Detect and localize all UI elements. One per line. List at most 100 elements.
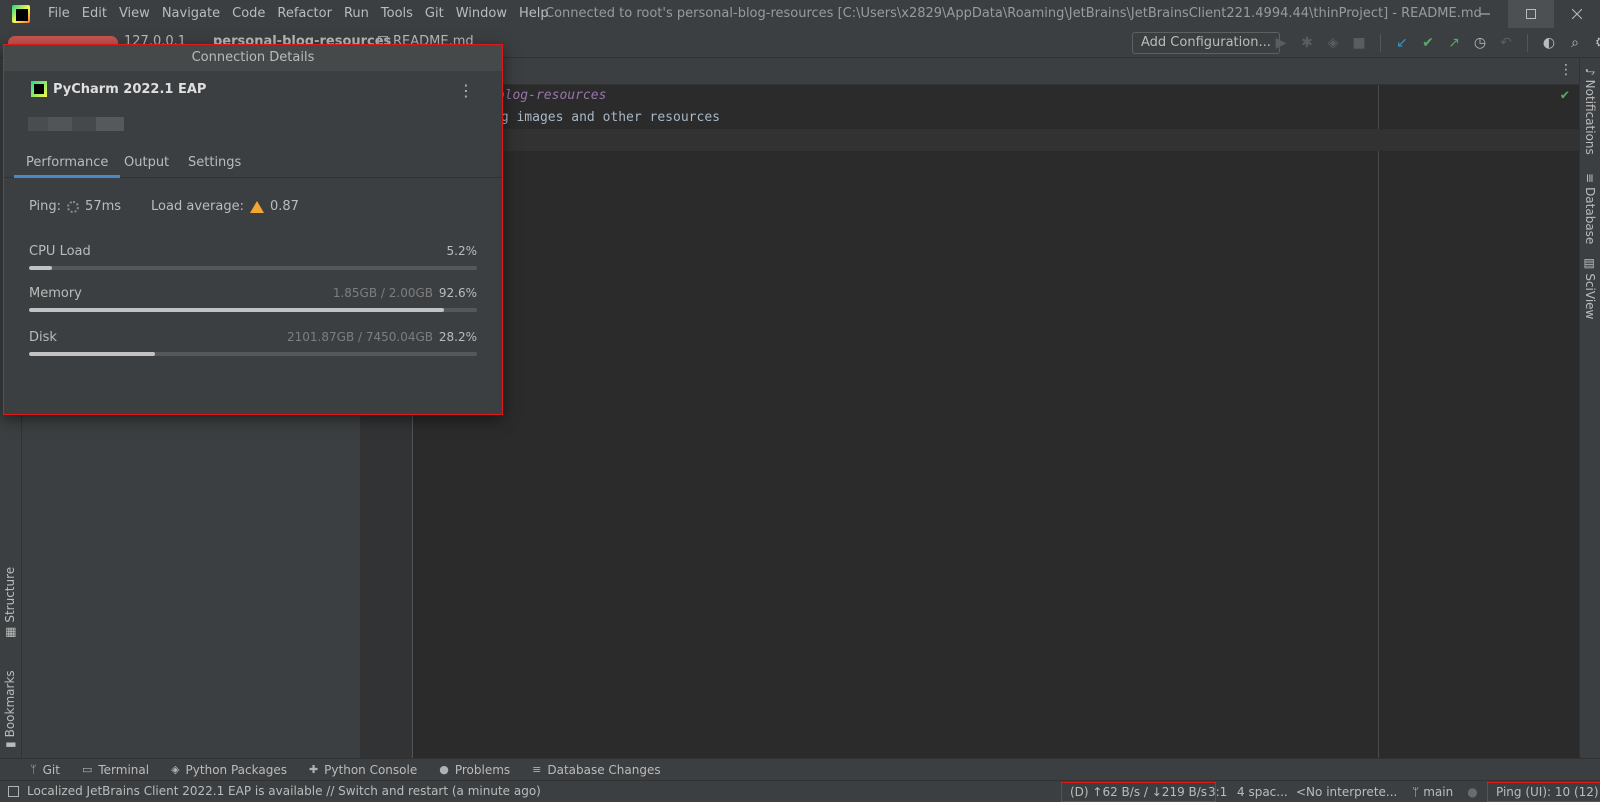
pycharm-icon — [31, 81, 47, 97]
close-window-button[interactable] — [1554, 0, 1600, 28]
maximize-button[interactable] — [1508, 0, 1554, 28]
tool-python-console[interactable]: ✚ Python Console — [309, 763, 417, 777]
network-traffic[interactable]: (D) ↑62 B/s / ↓219 B/s — [1061, 782, 1217, 802]
debug-icon[interactable]: ✱ — [1298, 34, 1316, 52]
code-heading: -blog-resources — [489, 88, 607, 103]
coverage-icon[interactable]: ◈ — [1324, 34, 1342, 52]
structure-label: Structure — [3, 566, 17, 623]
toolbar-separator — [1380, 34, 1381, 52]
bell-icon: ♪ — [1583, 68, 1597, 76]
menu-code[interactable]: Code — [226, 0, 271, 28]
metric-percent: 28.2% — [438, 330, 477, 344]
tool-database-changes[interactable]: ≡ Database Changes — [532, 763, 661, 777]
toolbar-icons: ▶ ✱ ◈ ■ ↙ ✔ ↗ ◷ ↶ ◐ ⌕ ⚙ — [1272, 34, 1600, 52]
inspection-ok-icon[interactable]: ✔ — [1561, 87, 1569, 103]
sciview-label: SciView — [1583, 273, 1597, 320]
info-icon: ● — [439, 763, 449, 776]
database-changes-icon: ≡ — [532, 763, 542, 776]
metric-track — [29, 308, 477, 312]
tool-problems-label: Problems — [454, 762, 511, 777]
menu-window[interactable]: Window — [450, 0, 513, 28]
tool-database-changes-label: Database Changes — [547, 762, 661, 777]
more-options-icon[interactable]: ⋮ — [458, 81, 474, 100]
toolbar-separator — [1527, 34, 1528, 52]
history-icon[interactable]: ◷ — [1471, 34, 1489, 52]
database-icon: ≡ — [1583, 173, 1597, 184]
add-configuration-button[interactable]: Add Configuration... — [1132, 32, 1280, 54]
structure-icon: ▦ — [3, 626, 17, 638]
metric-detail: 2101.87GB / 7450.04GB — [287, 330, 433, 344]
connection-details-popup: Connection Details PyCharm 2022.1 EAP ⋮ … — [3, 44, 503, 415]
git-branch-widget[interactable]: ᛘ main ● — [1412, 781, 1478, 802]
tool-git[interactable]: ᛘ Git — [30, 763, 60, 777]
metric-percent: 5.2% — [446, 244, 478, 258]
right-margin-guide — [1378, 85, 1379, 758]
menu-tools[interactable]: Tools — [375, 0, 419, 28]
menu-edit[interactable]: Edit — [76, 0, 113, 28]
code-line-1: -blog-resources — [489, 85, 606, 107]
code-editor[interactable]: -blog-resources og images and other reso… — [413, 85, 1579, 758]
search-icon[interactable]: ⌕ — [1566, 34, 1584, 52]
loading-spinner-icon — [67, 200, 80, 213]
tab-performance[interactable]: Performance — [14, 150, 121, 178]
sciview-icon: ▥ — [1583, 258, 1597, 270]
bookmarks-label: Bookmarks — [3, 670, 17, 738]
ping-label: Ping: — [29, 199, 62, 214]
redacted-host — [28, 117, 124, 131]
database-tool-button[interactable]: ≡ Database — [1583, 173, 1597, 244]
tool-python-packages[interactable]: ◈ Python Packages — [171, 763, 287, 777]
editor-options-icon[interactable]: ⋮ — [1559, 62, 1573, 78]
git-update-icon[interactable]: ↙ — [1393, 34, 1411, 52]
metric-track — [29, 352, 477, 356]
tool-git-label: Git — [42, 762, 60, 777]
notifications-tool-button[interactable]: ♪ Notifications — [1583, 68, 1597, 155]
git-push-icon[interactable]: ↗ — [1445, 34, 1463, 52]
stop-icon[interactable]: ■ — [1350, 34, 1368, 52]
app-name: PyCharm 2022.1 EAP — [53, 81, 207, 97]
metric-fill — [29, 266, 53, 270]
run-icon[interactable]: ▶ — [1272, 34, 1290, 52]
metric-label: CPU Load — [29, 244, 91, 259]
metric-track — [29, 266, 477, 270]
indent-setting[interactable]: 4 spac... — [1237, 781, 1288, 802]
maximize-icon — [1526, 9, 1536, 19]
branch-icon: ᛘ — [1412, 785, 1420, 799]
tab-output[interactable]: Output — [112, 150, 181, 178]
menu-run[interactable]: Run — [338, 0, 375, 28]
app-logo-icon — [12, 5, 30, 23]
settings-gear-icon[interactable]: ⚙ — [1592, 34, 1600, 52]
tab-settings[interactable]: Settings — [176, 150, 253, 178]
status-message[interactable]: Localized JetBrains Client 2022.1 EAP is… — [8, 784, 541, 798]
menu-view[interactable]: View — [113, 0, 156, 28]
minimize-button[interactable] — [1462, 0, 1508, 28]
code-line-2: og images and other resources — [493, 107, 720, 129]
rollback-icon[interactable]: ↶ — [1497, 34, 1515, 52]
metric-label: Disk — [29, 330, 57, 345]
warning-icon — [249, 200, 264, 213]
menu-git[interactable]: Git — [419, 0, 450, 28]
load-label: Load average: — [151, 199, 244, 214]
interpreter-selector[interactable]: <No interprete... — [1296, 781, 1397, 802]
tool-python-packages-label: Python Packages — [185, 762, 287, 777]
ping-value: 57ms — [85, 199, 122, 214]
popup-app-info: PyCharm 2022.1 EAP — [31, 81, 206, 97]
main-menu: File Edit View Navigate Code Refactor Ru… — [42, 0, 555, 28]
window-title: Connected to root's personal-blog-resour… — [545, 6, 1482, 21]
menu-navigate[interactable]: Navigate — [156, 0, 226, 28]
git-commit-icon[interactable]: ✔ — [1419, 34, 1437, 52]
tool-problems[interactable]: ● Problems — [439, 763, 510, 777]
menu-file[interactable]: File — [42, 0, 76, 28]
tool-windows-icon[interactable] — [8, 785, 19, 797]
metric-detail: 1.85GB / 2.00GB — [332, 286, 433, 300]
terminal-icon: ▭ — [81, 763, 93, 776]
caret-position[interactable]: 3:1 — [1208, 781, 1227, 802]
right-tool-strip: ♪ Notifications ≡ Database ▥ SciView — [1579, 58, 1600, 758]
ping-indicator[interactable]: Ping (UI): 10 (12) — [1487, 782, 1600, 802]
popup-tabs: Performance Output Settings — [4, 150, 502, 178]
sciview-tool-button[interactable]: ▥ SciView — [1583, 258, 1597, 319]
tool-terminal[interactable]: ▭ Terminal — [82, 763, 149, 777]
bookmarks-tool-button[interactable]: ▮ Bookmarks — [3, 670, 17, 748]
code-with-me-icon[interactable]: ◐ — [1540, 34, 1558, 52]
structure-tool-button[interactable]: ▦ Structure — [3, 567, 17, 638]
menu-refactor[interactable]: Refactor — [271, 0, 338, 28]
